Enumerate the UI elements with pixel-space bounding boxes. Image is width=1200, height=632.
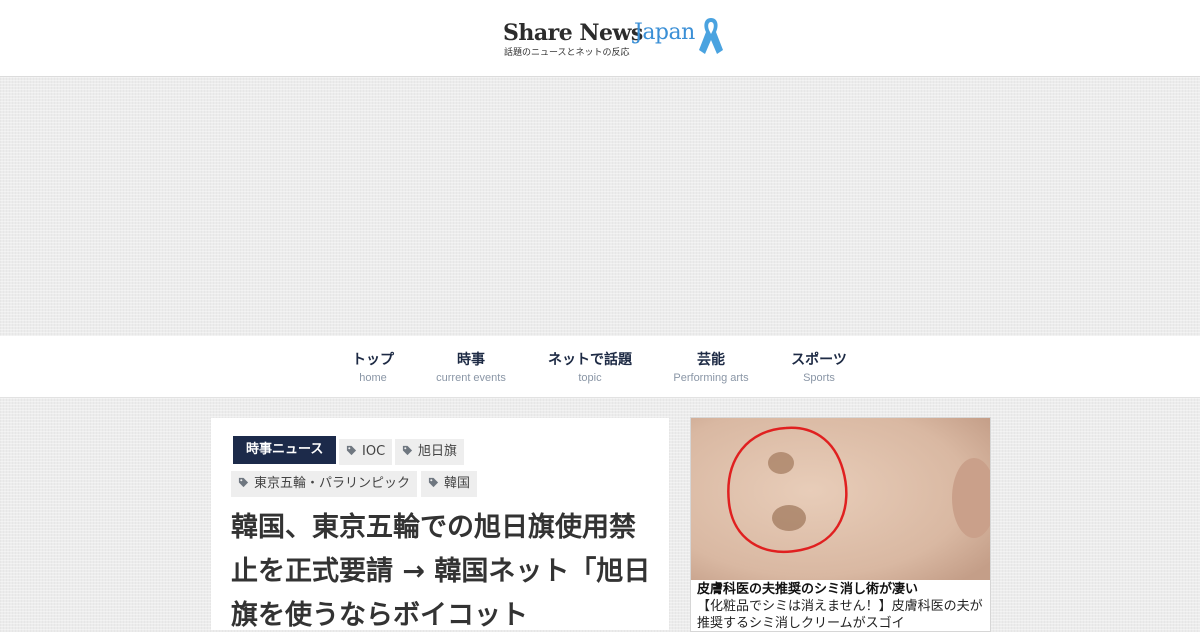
nav-item-topic[interactable]: ネットで話題 topic xyxy=(543,349,637,384)
article-card: 時事ニュース IOC 旭日旗 東京五輪・パラリンピック 韓国 韓国、東京五輪での… xyxy=(211,418,669,630)
ad-body: 【化粧品でシミは消えません！】皮膚科医の夫が推奨するシミ消しクリームがスゴイ xyxy=(697,599,983,631)
tag-icon xyxy=(428,477,439,488)
nav-item-sub: Sports xyxy=(803,372,835,384)
tag-rising-sun-flag[interactable]: 旭日旗 xyxy=(395,439,465,465)
logo-japan-text: Japan xyxy=(634,20,695,45)
nav-item-sports[interactable]: スポーツ Sports xyxy=(784,349,854,384)
tag-korea[interactable]: 韓国 xyxy=(421,471,478,497)
nav-item-top[interactable]: トップ home xyxy=(342,349,404,384)
ad-text: 皮膚科医の夫推奨のシミ消し術が凄い 【化粧品でシミは消えません！】皮膚科医の夫が… xyxy=(697,582,985,631)
category-badge[interactable]: 時事ニュース xyxy=(233,436,337,464)
nav-item-label: スポーツ xyxy=(791,352,847,368)
nav-item-sub: current events xyxy=(436,372,506,384)
nav-item-label: 芸能 xyxy=(697,352,725,368)
tag-icon xyxy=(346,445,357,456)
nav-item-performing-arts[interactable]: 芸能 Performing arts xyxy=(668,349,754,384)
ad-headline: 皮膚科医の夫推奨のシミ消し術が凄い xyxy=(697,582,919,597)
tag-ioc[interactable]: IOC xyxy=(339,439,393,465)
nav-item-current-events[interactable]: 時事 current events xyxy=(431,349,511,384)
tag-label: 韓国 xyxy=(444,476,471,491)
nav-item-label: トップ xyxy=(352,352,394,368)
nav-item-sub: home xyxy=(359,372,387,384)
tag-label: 東京五輪・パラリンピック xyxy=(254,476,411,491)
ad-image xyxy=(691,418,990,580)
ad-banner-area xyxy=(0,77,1200,336)
article-title: 韓国、東京五輪での旭日旗使用禁止を正式要請 → 韓国ネット「旭日旗を使うならボイ… xyxy=(231,512,651,630)
main-nav: トップ home 時事 current events ネットで話題 topic … xyxy=(0,336,1200,398)
sidebar-ad-card[interactable]: 皮膚科医の夫推奨のシミ消し術が凄い 【化粧品でシミは消えません！】皮膚科医の夫が… xyxy=(690,417,991,632)
tag-icon xyxy=(402,445,413,456)
logo-tagline: 話題のニュースとネットの反応 xyxy=(504,48,630,58)
nav-item-sub: Performing arts xyxy=(673,372,749,384)
tag-tokyo-olympics[interactable]: 東京五輪・パラリンピック xyxy=(231,471,418,497)
site-header: Share News Japan 話題のニュースとネットの反応 xyxy=(0,0,1200,77)
ribbon-icon xyxy=(699,18,723,54)
tag-label: 旭日旗 xyxy=(418,444,458,459)
nav-item-label: ネットで話題 xyxy=(548,352,632,368)
tag-label: IOC xyxy=(362,444,386,459)
site-logo[interactable]: Share News Japan 話題のニュースとネットの反応 xyxy=(503,14,728,64)
logo-share-news-text: Share News xyxy=(503,20,643,46)
tag-icon xyxy=(238,477,249,488)
nav-item-label: 時事 xyxy=(457,352,485,368)
nav-item-sub: topic xyxy=(578,372,602,384)
